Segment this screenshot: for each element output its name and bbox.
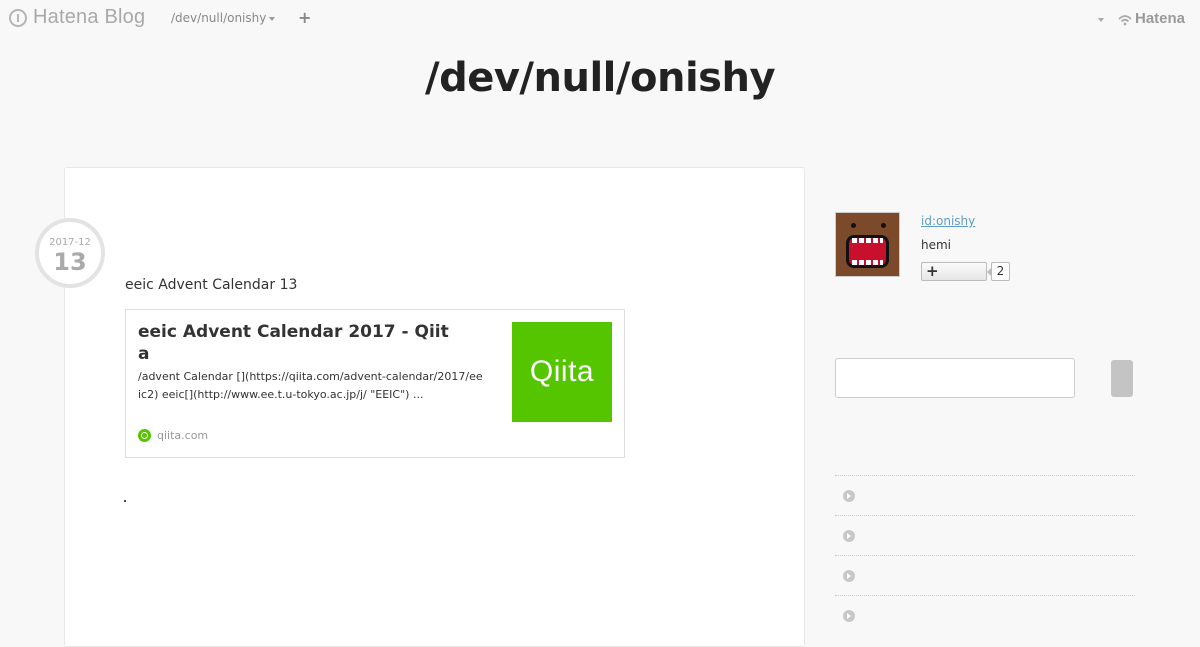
hatena-blog-logo[interactable]: Hatena Blog <box>9 6 145 29</box>
hatena-link[interactable]: Hatena <box>1118 10 1185 27</box>
avatar-eye-right <box>881 223 886 228</box>
avatar-teeth-bottom <box>852 260 883 265</box>
hatena-logo-icon <box>9 8 27 27</box>
list-item[interactable] <box>835 595 1135 635</box>
embed-title[interactable]: eeic Advent Calendar 2017 - Qiita <box>138 321 458 365</box>
embed-thumbnail[interactable]: Qiita <box>512 322 612 422</box>
avatar-teeth-top <box>852 238 883 243</box>
sidebar-list <box>835 475 1135 635</box>
add-entry-button[interactable]: + <box>298 8 311 27</box>
chevron-right-icon <box>843 490 855 502</box>
search-input[interactable] <box>835 358 1075 398</box>
avatar-eye-left <box>851 223 856 228</box>
follow-button[interactable]: + <box>921 262 987 281</box>
hatena-wave-icon <box>1118 13 1132 25</box>
profile-id-link[interactable]: id:onishy <box>921 214 975 228</box>
embed-site-domain: qiita.com <box>157 429 209 442</box>
avatar[interactable] <box>835 212 900 277</box>
logo-text: Hatena Blog <box>33 6 146 28</box>
plus-icon: + <box>926 262 939 280</box>
entry-date-badge[interactable]: 2017-12 13 <box>35 218 105 288</box>
blog-switcher[interactable]: /dev/null/onishy <box>171 11 276 25</box>
list-item[interactable] <box>835 555 1135 595</box>
list-item[interactable] <box>835 515 1135 555</box>
embed-site[interactable]: qiita.com <box>138 429 208 442</box>
text-cursor-mark <box>124 500 126 502</box>
entry-body-text: eeic Advent Calendar 13 <box>125 277 298 293</box>
avatar-mouth <box>846 235 889 268</box>
link-embed-card[interactable]: eeic Advent Calendar 2017 - Qiita /adven… <box>125 309 625 458</box>
profile-name: hemi <box>921 238 952 252</box>
blog-title[interactable]: /dev/null/onishy <box>0 55 1200 101</box>
chevron-right-icon <box>843 530 855 542</box>
embed-description: /advent Calendar [](https://qiita.com/ad… <box>138 370 483 401</box>
follower-count[interactable]: 2 <box>987 262 1010 281</box>
user-menu-caret-icon[interactable] <box>1098 18 1104 22</box>
hatena-brand-text: Hatena <box>1135 10 1186 27</box>
blog-switcher-label: /dev/null/onishy <box>171 11 267 25</box>
chevron-right-icon <box>843 610 855 622</box>
qiita-favicon-icon <box>138 429 151 442</box>
list-item[interactable] <box>835 475 1135 515</box>
chevron-right-icon <box>843 570 855 582</box>
global-header: Hatena Blog /dev/null/onishy + Hatena <box>0 0 1200 38</box>
caret-down-icon <box>269 17 276 21</box>
search-button[interactable] <box>1111 360 1133 397</box>
entry-date-day: 13 <box>53 248 87 276</box>
